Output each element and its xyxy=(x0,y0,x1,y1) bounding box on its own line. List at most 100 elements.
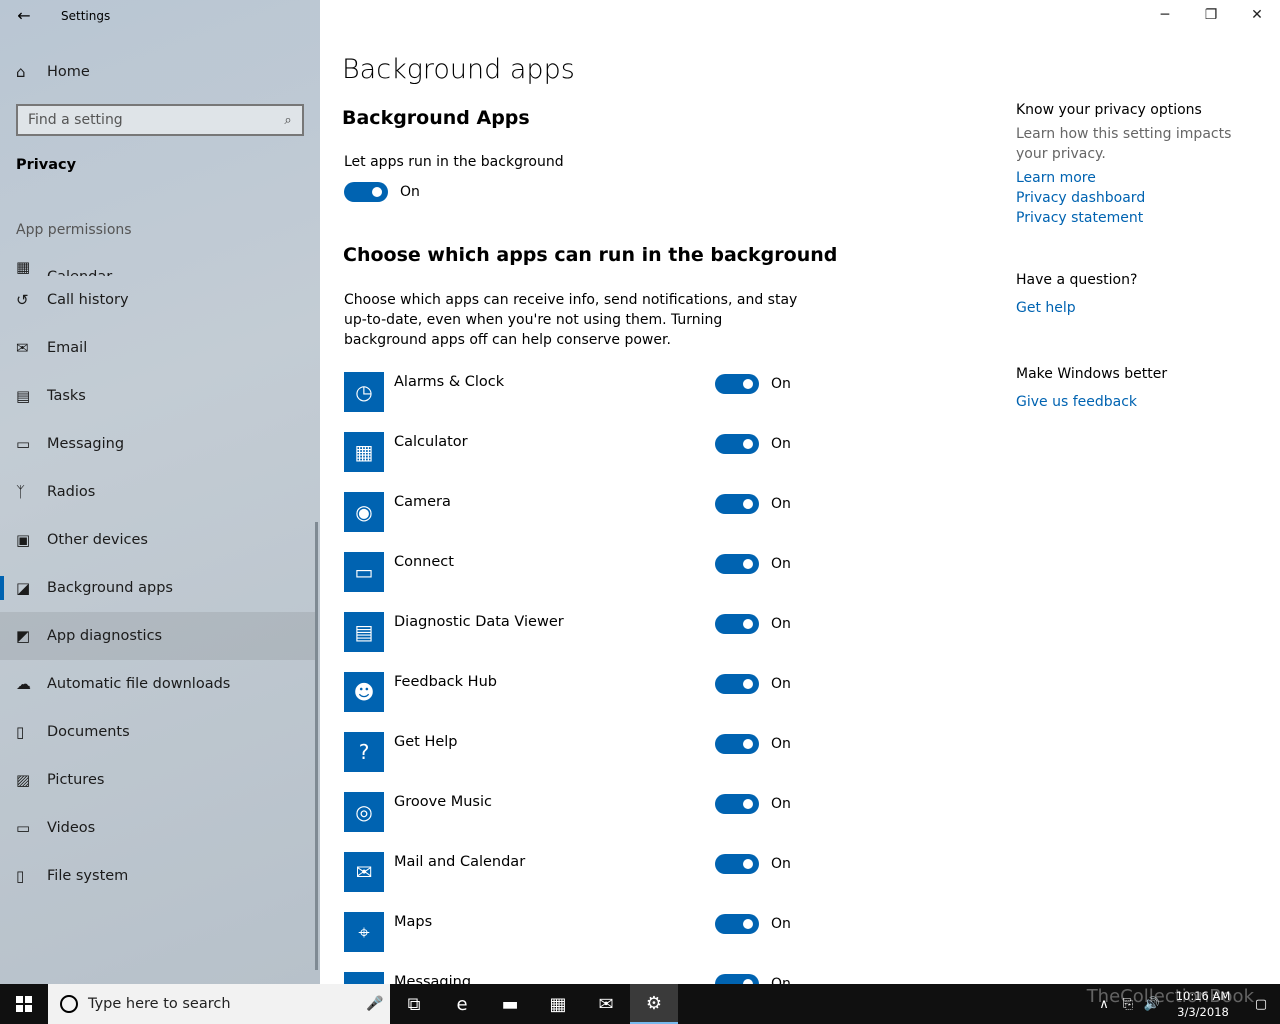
clock-date: 3/3/2018 xyxy=(1177,1005,1229,1019)
feedback-hub-app-icon: ☻ xyxy=(344,672,384,712)
sidebar-item-label: Automatic file downloads xyxy=(47,676,231,692)
page-title: Background apps xyxy=(342,54,575,85)
title-bar: ← Settings xyxy=(0,0,320,32)
maps-app-icon: ⌖ xyxy=(344,912,384,952)
app-row: ? Get Help On xyxy=(344,732,804,792)
sidebar-item-label: Email xyxy=(47,340,88,356)
feedback-hub-toggle[interactable] xyxy=(715,674,759,694)
close-button[interactable]: ✕ xyxy=(1234,0,1280,30)
make-windows-better-heading: Make Windows better xyxy=(1016,366,1168,382)
search-icon[interactable]: ⌕ xyxy=(274,113,302,128)
sidebar-item-videos[interactable]: ▭ Videos xyxy=(0,804,316,852)
camera-toggle[interactable] xyxy=(715,494,759,514)
task-view-icon[interactable]: ⧉ xyxy=(390,984,438,1024)
privacy-statement-link[interactable]: Privacy statement xyxy=(1016,208,1266,228)
app-row: ◎ Groove Music On xyxy=(344,792,804,852)
sidebar-item-label: Radios xyxy=(47,484,96,500)
file-system-icon: ▯ xyxy=(16,867,25,885)
choose-apps-description: Choose which apps can receive info, send… xyxy=(344,292,798,348)
sidebar-item-other-devices[interactable]: ▣ Other devices xyxy=(0,516,316,564)
app-name: Feedback Hub xyxy=(394,674,497,690)
sidebar-item-documents[interactable]: ▯ Documents xyxy=(0,708,316,756)
minimize-button[interactable]: ─ xyxy=(1142,0,1188,30)
toggle-state: On xyxy=(771,436,791,452)
background-apps-master-toggle[interactable] xyxy=(344,182,388,202)
mail-icon[interactable]: ✉ xyxy=(582,984,630,1024)
start-button[interactable] xyxy=(0,984,48,1024)
app-name: Camera xyxy=(394,494,451,510)
sidebar-item-label: Pictures xyxy=(47,772,105,788)
volume-icon[interactable]: 🔊 xyxy=(1140,997,1164,1012)
sidebar-item-messaging[interactable]: ▭ Messaging xyxy=(0,420,316,468)
master-toggle-label: Let apps run in the background xyxy=(344,154,564,170)
sidebar-item-calendar[interactable]: ▦ Calendar xyxy=(0,236,316,276)
connect-app-icon: ▭ xyxy=(344,552,384,592)
store-icon[interactable]: ▦ xyxy=(534,984,582,1024)
app-list: ◷ Alarms & Clock On ▦ Calculator On ◉ Camera On ▭… xyxy=(344,372,804,984)
nav-home-label: Home xyxy=(47,64,90,80)
sidebar-item-app-diagnostics[interactable]: ◩ App diagnostics xyxy=(0,612,316,660)
show-hidden-icons-icon[interactable]: ∧ xyxy=(1092,997,1116,1012)
sidebar-item-email[interactable]: ✉ Email xyxy=(0,324,316,372)
nav-home[interactable]: ⌂ Home xyxy=(0,52,320,92)
calculator-toggle[interactable] xyxy=(715,434,759,454)
messaging-toggle[interactable] xyxy=(715,974,759,984)
action-center-icon[interactable]: ▢ xyxy=(1242,997,1280,1012)
sidebar-item-radios[interactable]: ᛉ Radios xyxy=(0,468,316,516)
network-icon[interactable]: ⎘ xyxy=(1116,997,1140,1012)
app-row: ▭ Connect On xyxy=(344,552,804,612)
sidebar-item-file-system[interactable]: ▯ File system xyxy=(0,852,316,900)
diagnostic-data-viewer-app-icon: ▤ xyxy=(344,612,384,652)
sidebar-item-label: Calendar xyxy=(47,269,112,276)
sidebar-scrollbar[interactable] xyxy=(315,522,318,970)
sidebar-item-label: App diagnostics xyxy=(47,628,163,644)
connect-toggle[interactable] xyxy=(715,554,759,574)
diagnostic-data-viewer-toggle[interactable] xyxy=(715,614,759,634)
taskbar-search-placeholder: Type here to search xyxy=(88,996,231,1012)
get-help-link[interactable]: Get help xyxy=(1016,298,1266,318)
microphone-icon[interactable]: 🎤 xyxy=(360,996,390,1012)
back-button[interactable]: ← xyxy=(12,4,36,28)
sidebar-item-label: Tasks xyxy=(47,388,86,404)
sidebar-item-label: Background apps xyxy=(47,580,173,596)
automatic-file-downloads-icon: ☁ xyxy=(16,675,31,693)
toggle-state: On xyxy=(771,556,791,572)
app-name: Messaging xyxy=(394,974,472,984)
sidebar-item-tasks[interactable]: ▤ Tasks xyxy=(0,372,316,420)
clock[interactable]: 10:16 AM 3/3/2018 xyxy=(1164,988,1242,1020)
get-help-toggle[interactable] xyxy=(715,734,759,754)
alarms-clock-toggle[interactable] xyxy=(715,374,759,394)
messaging-icon: ▭ xyxy=(16,435,31,453)
radios-icon: ᛉ xyxy=(16,483,26,501)
restore-button[interactable]: ❐ xyxy=(1188,0,1234,30)
tasks-icon: ▤ xyxy=(16,387,31,405)
give-feedback-link[interactable]: Give us feedback xyxy=(1016,392,1266,412)
edge-icon[interactable]: e xyxy=(438,984,486,1024)
search-input[interactable] xyxy=(18,112,274,128)
toggle-state: On xyxy=(771,676,791,692)
privacy-dashboard-link[interactable]: Privacy dashboard xyxy=(1016,188,1266,208)
toggle-state: On xyxy=(771,736,791,752)
cortana-icon xyxy=(60,995,78,1013)
sidebar-item-label: Messaging xyxy=(47,436,125,452)
nav-list: ▦ Calendar ↺ Call history ✉ Email ▤ Tasks ▭ Messa… xyxy=(0,236,316,900)
call-history-icon: ↺ xyxy=(16,291,29,309)
file-explorer-icon[interactable]: ▬ xyxy=(486,984,534,1024)
messaging-app-icon: ▭ xyxy=(344,972,384,984)
settings-icon[interactable]: ⚙ xyxy=(630,984,678,1024)
sidebar-item-pictures[interactable]: ▨ Pictures xyxy=(0,756,316,804)
mail-and-calendar-toggle[interactable] xyxy=(715,854,759,874)
windows-logo-icon xyxy=(16,996,32,1012)
app-row: ◉ Camera On xyxy=(344,492,804,552)
maps-toggle[interactable] xyxy=(715,914,759,934)
app-name: Maps xyxy=(394,914,433,930)
sidebar-item-call-history[interactable]: ↺ Call history xyxy=(0,276,316,324)
sidebar-item-label: Call history xyxy=(47,292,129,308)
learn-more-link[interactable]: Learn more xyxy=(1016,168,1266,188)
app-row: ⌖ Maps On xyxy=(344,912,804,972)
sidebar-item-background-apps[interactable]: ◪ Background apps xyxy=(0,564,316,612)
sidebar-item-automatic-file-downloads[interactable]: ☁ Automatic file downloads xyxy=(0,660,316,708)
taskbar-search[interactable]: Type here to search 🎤 xyxy=(48,984,390,1024)
pinned-apps: ⧉ e ▬ ▦ ✉ ⚙ xyxy=(390,984,678,1024)
groove-music-toggle[interactable] xyxy=(715,794,759,814)
